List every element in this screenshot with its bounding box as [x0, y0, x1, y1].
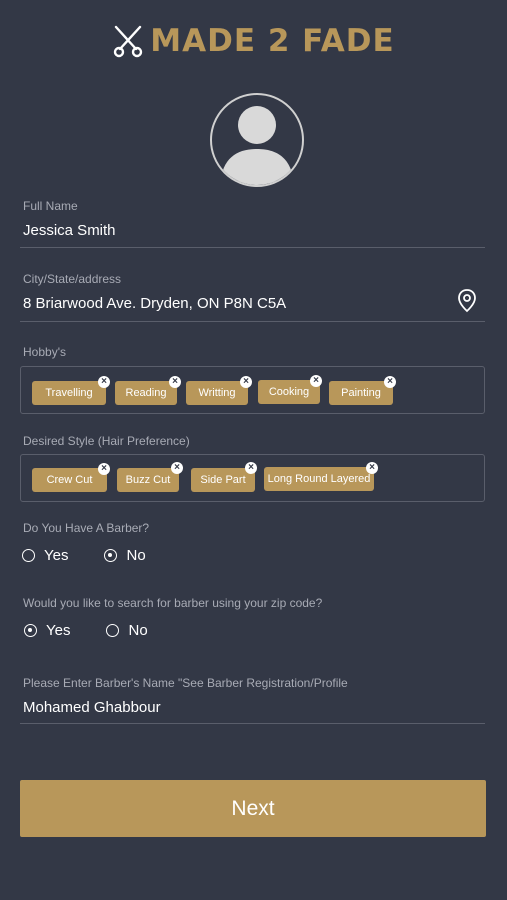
zip-search-yes-radio[interactable]	[24, 624, 37, 637]
remove-tag-icon[interactable]: ×	[98, 463, 110, 475]
next-button[interactable]: Next	[20, 780, 486, 837]
has-barber-yes-label[interactable]: Yes	[44, 547, 68, 564]
has-barber-no-radio[interactable]	[104, 549, 118, 562]
has-barber-radio-group: Yes No	[22, 547, 146, 564]
hobbies-tag-box[interactable]: Travelling × Reading × Writting × Cookin…	[20, 366, 485, 414]
scissors-icon	[112, 24, 144, 58]
hobbies-label: Hobby's	[23, 345, 66, 359]
styles-tag-box[interactable]: Crew Cut × Buzz Cut × Side Part × Long R…	[20, 454, 485, 502]
address-underline	[20, 321, 485, 322]
has-barber-no-label[interactable]: No	[126, 547, 145, 564]
remove-tag-icon[interactable]: ×	[169, 376, 181, 388]
remove-tag-icon[interactable]: ×	[384, 376, 396, 388]
zip-search-no-radio[interactable]	[106, 624, 120, 637]
zip-search-label: Would you like to search for barber usin…	[23, 596, 323, 610]
logo-text: MADE 2 FADE	[150, 23, 395, 59]
barber-name-field[interactable]: Mohamed Ghabbour	[23, 699, 161, 716]
remove-tag-icon[interactable]: ×	[366, 462, 378, 474]
hobby-tag: Travelling	[32, 381, 106, 405]
zip-search-radio-group: Yes No	[24, 622, 148, 639]
full-name-field[interactable]: Jessica Smith	[23, 222, 116, 239]
remove-tag-icon[interactable]: ×	[310, 375, 322, 387]
profile-avatar[interactable]	[210, 93, 304, 187]
remove-tag-icon[interactable]: ×	[245, 462, 257, 474]
barber-name-label: Please Enter Barber's Name "See Barber R…	[23, 676, 348, 690]
style-tag: Crew Cut	[32, 468, 107, 492]
hobby-tag: Reading	[115, 381, 177, 405]
zip-search-no-label[interactable]: No	[128, 622, 147, 639]
location-pin-icon[interactable]	[457, 288, 477, 314]
user-avatar-icon	[220, 106, 294, 185]
app-logo: MADE 2 FADE	[0, 20, 507, 62]
has-barber-label: Do You Have A Barber?	[23, 521, 150, 535]
has-barber-yes-radio[interactable]	[22, 549, 35, 562]
remove-tag-icon[interactable]: ×	[240, 376, 252, 388]
barber-name-underline	[20, 723, 485, 724]
address-field[interactable]: 8 Briarwood Ave. Dryden, ON P8N C5A	[23, 295, 286, 312]
style-tag: Long Round Layered	[264, 467, 374, 491]
desired-style-label: Desired Style (Hair Preference)	[23, 434, 190, 448]
remove-tag-icon[interactable]: ×	[98, 376, 110, 388]
full-name-underline	[20, 247, 485, 248]
zip-search-yes-label[interactable]: Yes	[46, 622, 70, 639]
style-tag: Buzz Cut	[117, 468, 179, 492]
remove-tag-icon[interactable]: ×	[171, 462, 183, 474]
hobby-tag: Painting	[329, 381, 393, 405]
hobby-tag: Writting	[186, 381, 248, 405]
full-name-label: Full Name	[23, 199, 78, 213]
address-label: City/State/address	[23, 272, 122, 286]
